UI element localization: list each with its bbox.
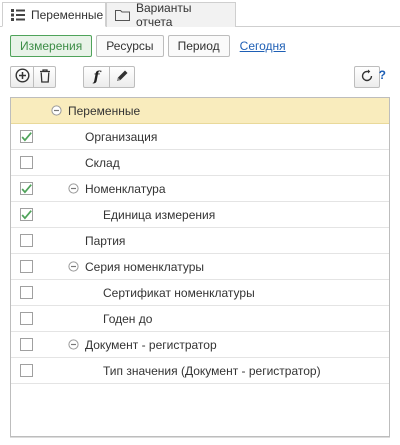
row-checkbox[interactable] [20,208,33,221]
row-checkbox[interactable] [20,130,33,143]
tree-row-label: Партия [85,234,126,248]
row-checkbox[interactable] [20,156,33,169]
help-button[interactable]: ? [379,68,386,82]
tree-row-label: Документ - регистратор [85,338,217,352]
subtab-period[interactable]: Период [167,35,230,57]
tree-root-row[interactable]: Переменные [11,98,389,124]
tree-row[interactable]: Документ - регистратор [11,332,389,358]
refresh-button[interactable] [354,66,380,88]
subtab-dimensions-label: Измерения [20,39,83,53]
bottom-divider [10,437,390,438]
tree-row[interactable]: Серия номенклатуры [11,254,389,280]
row-checkbox[interactable] [20,286,33,299]
tab-variables[interactable]: Переменные [2,2,106,27]
tree-row[interactable]: Склад [11,150,389,176]
subtab-resources-label: Ресурсы [106,39,154,53]
tab-report-variants-label: Варианты отчета [136,1,192,29]
pencil-icon [115,69,129,86]
add-circle-icon [14,68,30,86]
tree-row-label: Сертификат номенклатуры [103,286,255,300]
row-checkbox[interactable] [20,364,33,377]
collapse-icon[interactable] [68,261,79,272]
tree-row-label: Единица измерения [103,208,216,222]
toolbar: f ? [10,66,394,88]
tree-row-label: Организация [85,130,158,144]
tree-row-label: Годен до [103,312,153,326]
subtab-resources[interactable]: Ресурсы [96,35,164,57]
subtab-dimensions[interactable]: Измерения [10,35,93,57]
tree-row[interactable]: Номенклатура [11,176,389,202]
subtab-bar: Измерения Ресурсы Период Сегодня [10,35,296,57]
collapse-icon[interactable] [51,105,62,116]
tree-row-label: Тип значения (Документ - регистратор) [103,364,321,378]
tree-row[interactable]: Партия [11,228,389,254]
row-checkbox[interactable] [20,338,33,351]
tab-variables-label: Переменные [31,7,104,22]
checkmark-icon [21,183,32,193]
edit-button[interactable] [109,67,134,87]
folder-icon [115,9,130,21]
add-button[interactable] [11,67,33,87]
variables-tree: Переменные Организация Склад Номенклатура Ед… [10,97,390,437]
add-delete-group [10,66,56,88]
delete-button[interactable] [33,67,55,87]
row-checkbox[interactable] [20,260,33,273]
collapse-icon[interactable] [68,183,79,194]
tab-bar: Переменные Варианты отчета [0,0,400,29]
collapse-icon[interactable] [68,339,79,350]
today-link[interactable]: Сегодня [234,35,292,57]
subtab-period-label: Период [177,39,220,53]
tree-row[interactable]: Единица измерения [11,202,389,228]
tree-row-label: Склад [85,156,120,170]
row-checkbox[interactable] [20,234,33,247]
tree-row[interactable]: Годен до [11,306,389,332]
tree-row[interactable]: Сертификат номенклатуры [11,280,389,306]
list-settings-icon [11,8,25,21]
tree-row[interactable]: Организация [11,124,389,150]
formula-edit-group: f [83,66,135,88]
tree-row-label: Номенклатура [85,182,166,196]
trash-icon [39,68,51,86]
tree-row-label: Переменные [68,104,141,118]
formula-icon: f [93,69,100,85]
refresh-icon [360,69,374,86]
checkmark-icon [21,209,32,219]
row-checkbox[interactable] [20,182,33,195]
tab-report-variants[interactable]: Варианты отчета [106,1,236,29]
tree-row[interactable]: Тип значения (Документ - регистратор) [11,358,389,384]
tree-row-label: Серия номенклатуры [85,260,204,274]
checkmark-icon [21,131,32,141]
row-checkbox[interactable] [20,312,33,325]
formula-button[interactable]: f [84,67,109,87]
